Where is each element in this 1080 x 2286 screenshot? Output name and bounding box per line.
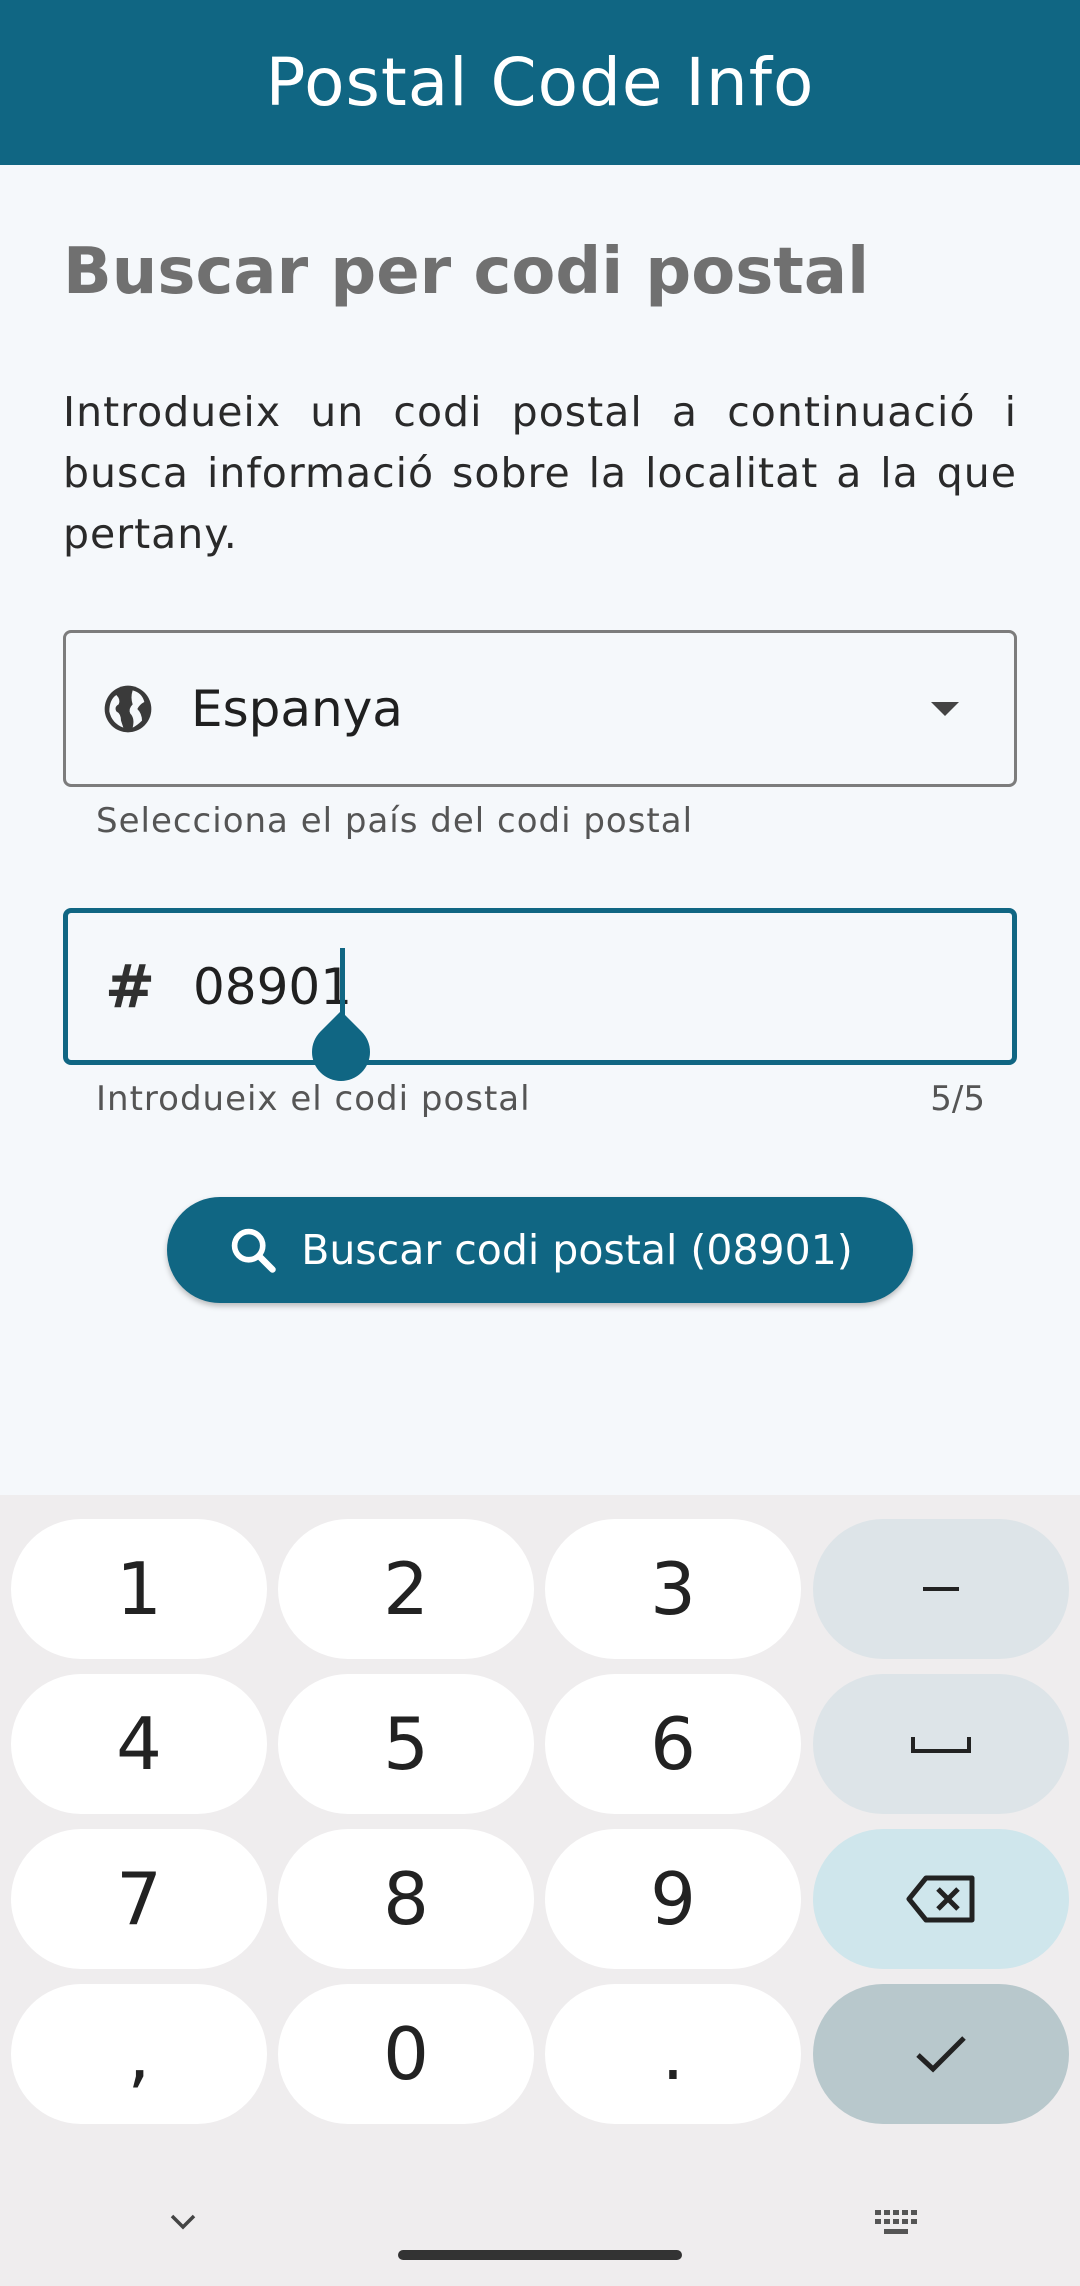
country-dropdown[interactable]: Espanya [63, 630, 1017, 787]
key-space[interactable] [813, 1674, 1069, 1814]
dash-icon [923, 1587, 959, 1591]
search-screen: Buscar per codi postal Introdueix un cod… [0, 165, 1080, 1495]
hide-keyboard-chevron-icon[interactable] [168, 2206, 198, 2236]
checkmark-icon [916, 2036, 966, 2073]
postal-code-input[interactable]: # 08901 [63, 908, 1017, 1094]
key-period[interactable]: . [545, 1984, 801, 2124]
key-2[interactable]: 2 [278, 1519, 534, 1659]
dropdown-arrow-icon [931, 701, 959, 716]
key-done[interactable] [813, 1984, 1069, 2124]
country-value: Espanya [191, 679, 403, 738]
key-1[interactable]: 1 [11, 1519, 267, 1659]
home-indicator[interactable] [398, 2250, 682, 2260]
globe-icon [98, 679, 158, 739]
keyboard-switch-icon[interactable] [875, 2210, 919, 2236]
key-8[interactable]: 8 [278, 1829, 534, 1969]
key-comma[interactable]: , [11, 1984, 267, 2124]
key-backspace[interactable] [813, 1829, 1069, 1969]
key-0[interactable]: 0 [278, 1984, 534, 2124]
character-counter: 5/5 [930, 1079, 985, 1119]
backspace-icon [906, 1875, 975, 1923]
space-icon [911, 1737, 971, 1753]
app-bar: Postal Code Info [0, 0, 1080, 165]
search-button-label: Buscar codi postal (08901) [301, 1226, 853, 1274]
key-5[interactable]: 5 [278, 1674, 534, 1814]
app-title: Postal Code Info [265, 44, 815, 121]
postal-code-value: 08901 [193, 957, 353, 1016]
intro-text: Introdueix un codi postal a continuació … [63, 388, 1017, 558]
hash-icon: # [104, 951, 156, 1022]
key-6[interactable]: 6 [545, 1674, 801, 1814]
search-icon [231, 1228, 276, 1273]
key-9[interactable]: 9 [545, 1829, 801, 1969]
key-dash[interactable] [813, 1519, 1069, 1659]
key-4[interactable]: 4 [11, 1674, 267, 1814]
page-heading: Buscar per codi postal [63, 235, 869, 309]
key-7[interactable]: 7 [11, 1829, 267, 1969]
key-3[interactable]: 3 [545, 1519, 801, 1659]
country-helper-text: Selecciona el país del codi postal [96, 801, 694, 841]
numeric-keyboard: 1 2 3 4 5 6 7 8 9 , 0 . [0, 1495, 1080, 2286]
search-postal-code-button[interactable]: Buscar codi postal (08901) [167, 1197, 913, 1303]
postal-helper-text: Introdueix el codi postal [96, 1079, 531, 1119]
